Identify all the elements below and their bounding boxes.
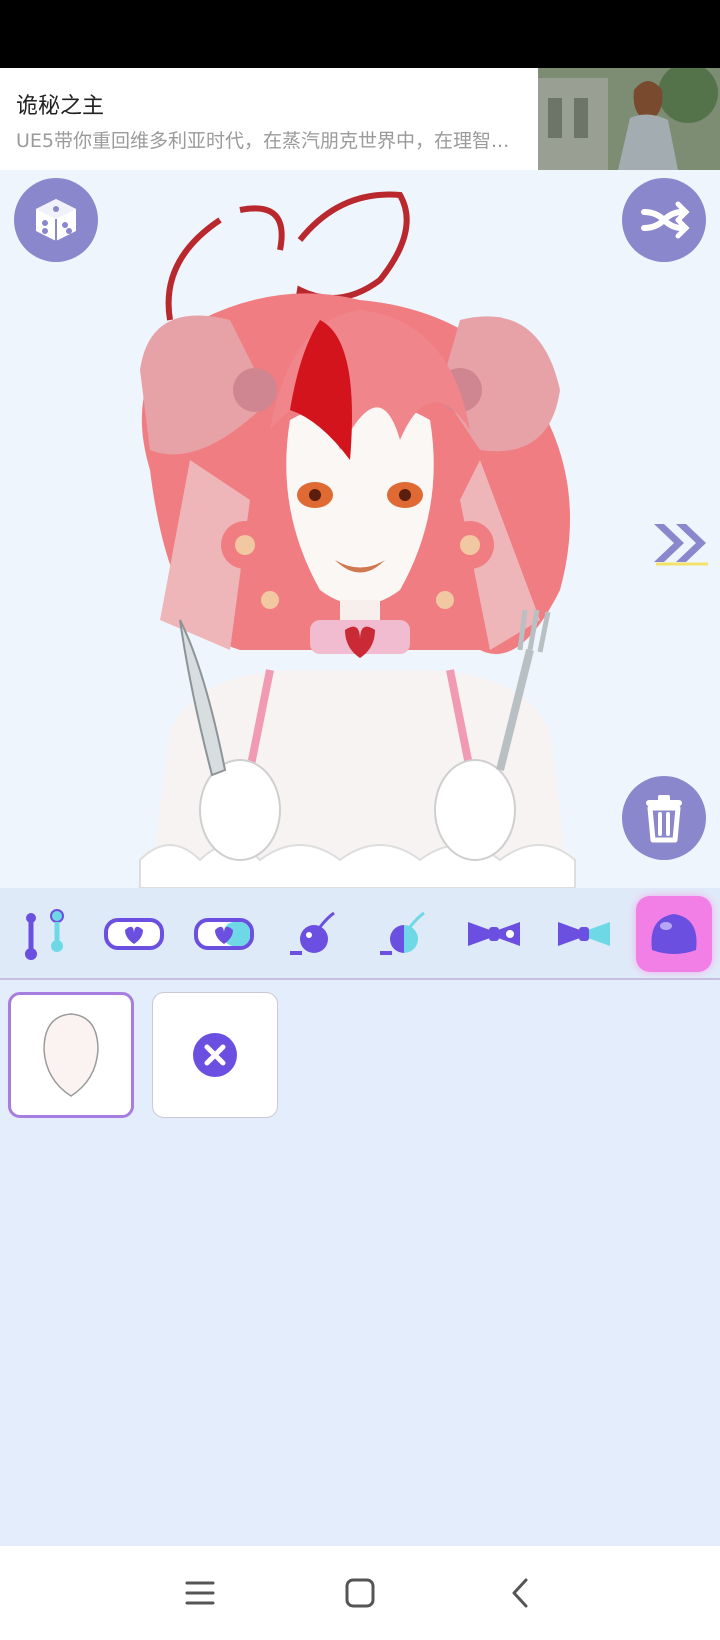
category-body-pose[interactable] <box>6 896 82 972</box>
dice-icon <box>36 199 76 241</box>
category-toolbar <box>0 888 720 980</box>
category-head-shape[interactable] <box>636 896 712 972</box>
bomb-icon <box>290 911 335 955</box>
heart-mask-icon <box>104 918 164 950</box>
heart-mask-color-icon <box>194 918 254 950</box>
system-nav-bar <box>0 1546 720 1640</box>
ad-thumbnail[interactable] <box>538 68 720 170</box>
category-heart-mask-color[interactable] <box>186 896 262 972</box>
category-bomb-color[interactable] <box>366 896 442 972</box>
shuffle-icon <box>641 201 690 239</box>
random-button[interactable] <box>14 178 98 262</box>
head-shape-icon <box>651 914 697 954</box>
face-base-icon <box>43 1013 99 1097</box>
home-icon <box>345 1578 375 1608</box>
category-bow[interactable] <box>456 896 532 972</box>
none-icon <box>193 1033 237 1077</box>
ad-title: 诡秘之主 <box>16 94 105 119</box>
double-chevron-right-icon <box>654 524 708 566</box>
delete-button[interactable] <box>622 776 706 860</box>
category-heart-mask[interactable] <box>96 896 172 972</box>
bomb-color-icon <box>380 911 425 955</box>
category-bow-color[interactable] <box>546 896 622 972</box>
ad-banner[interactable]: 诡秘之主 UE5带你重回维多利亚时代，在蒸汽朋克世界中，在理智... <box>0 68 720 170</box>
nav-back-button[interactable] <box>495 1568 545 1618</box>
back-icon <box>512 1578 528 1608</box>
status-bar <box>0 0 720 68</box>
menu-icon <box>185 1581 215 1605</box>
nav-menu-button[interactable] <box>175 1568 225 1618</box>
next-button[interactable] <box>650 520 712 566</box>
trash-icon <box>646 795 682 843</box>
bow-color-icon <box>558 922 610 946</box>
shuffle-button[interactable] <box>622 178 706 262</box>
character-canvas <box>0 170 720 888</box>
bow-icon <box>468 922 520 946</box>
ad-description: UE5带你重回维多利亚时代，在蒸汽朋克世界中，在理智... <box>16 130 510 152</box>
character-illustration <box>139 191 576 888</box>
nav-home-button[interactable] <box>335 1568 385 1618</box>
option-none[interactable] <box>152 992 278 1118</box>
option-face-base[interactable] <box>8 992 134 1118</box>
category-bomb[interactable] <box>276 896 352 972</box>
options-panel <box>0 980 720 1546</box>
body-pose-icon <box>25 909 64 960</box>
